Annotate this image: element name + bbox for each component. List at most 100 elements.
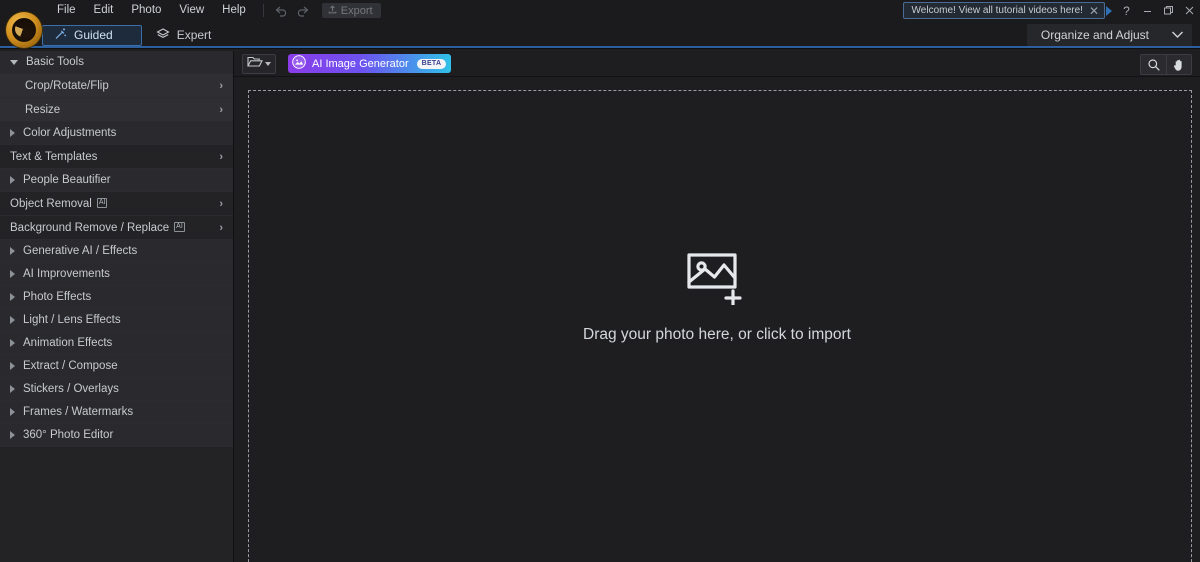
triangle-right-icon <box>10 339 15 347</box>
sidebar-item-label: AI Improvements <box>23 268 110 280</box>
sidebar-item-label: People Beautifier <box>23 174 111 186</box>
menu-file[interactable]: File <box>48 0 85 21</box>
sidebar-item-frames-watermarks[interactable]: Frames / Watermarks <box>0 401 233 424</box>
sidebar-item-label: Extract / Compose <box>23 360 118 372</box>
ai-badge-icon: AI <box>174 221 185 232</box>
ai-image-generator-button[interactable]: AI Image Generator BETA <box>288 54 452 73</box>
sidebar-item-label: Object Removal <box>10 197 92 210</box>
undo-icon[interactable] <box>272 2 292 20</box>
sidebar-item-label: Resize <box>25 103 61 116</box>
sidebar-item-label: Light / Lens Effects <box>23 314 121 326</box>
sidebar-item-photo-effects[interactable]: Photo Effects <box>0 286 233 309</box>
organize-and-adjust-dropdown[interactable]: Organize and Adjust <box>1026 24 1192 46</box>
ai-image-generator-label: AI Image Generator <box>312 57 409 70</box>
triangle-right-icon <box>10 176 15 184</box>
minimize-button[interactable] <box>1137 0 1158 21</box>
upload-icon <box>328 4 337 17</box>
close-window-button[interactable] <box>1179 0 1200 21</box>
tools-sidebar[interactable]: Basic Tools Crop/Rotate/Flip › Resize › Color… <box>0 51 234 562</box>
sidebar-item-object-removal[interactable]: Object Removal AI › <box>0 192 233 216</box>
sidebar-item-stickers-overlays[interactable]: Stickers / Overlays <box>0 378 233 401</box>
tutorial-tooltip[interactable]: Welcome! View all tutorial videos here! … <box>902 2 1105 19</box>
triangle-right-icon <box>10 270 15 278</box>
sidebar-item-text-templates[interactable]: Text & Templates › <box>0 145 233 169</box>
sidebar-item-extract-compose[interactable]: Extract / Compose <box>0 355 233 378</box>
sidebar-item-label: Generative AI / Effects <box>23 245 138 257</box>
magnifier-icon[interactable] <box>1141 55 1166 74</box>
sidebar-item-label: Basic Tools <box>26 56 84 68</box>
triangle-right-icon <box>10 408 15 416</box>
triangle-right-icon <box>10 293 15 301</box>
tutorial-tooltip-label: Welcome! View all tutorial videos here! <box>911 5 1083 16</box>
tooltip-pointer-icon <box>1106 5 1112 16</box>
hand-icon[interactable] <box>1166 55 1191 74</box>
magic-wand-icon <box>53 27 67 44</box>
triangle-right-icon <box>10 362 15 370</box>
sidebar-item-label: Animation Effects <box>23 337 113 349</box>
sidebar-item-color-adjustments[interactable]: Color Adjustments <box>0 122 233 145</box>
ai-badge-icon: AI <box>96 197 108 208</box>
triangle-down-icon <box>10 59 18 65</box>
close-icon[interactable]: ✕ <box>1089 5 1099 17</box>
sidebar-empty-space <box>0 447 233 547</box>
sidebar-item-ai-improvements[interactable]: AI Improvements <box>0 263 233 286</box>
sidebar-item-resize[interactable]: Resize › <box>0 98 233 122</box>
tab-expert-label: Expert <box>176 28 212 42</box>
canvas-area[interactable]: Drag your photo here, or click to import <box>234 77 1200 562</box>
help-button[interactable]: ? <box>1116 0 1137 21</box>
sidebar-item-label: Background Remove / Replace <box>10 221 170 234</box>
sidebar-item-crop-rotate-flip[interactable]: Crop/Rotate/Flip › <box>0 74 233 98</box>
title-bar: File Edit Photo View Help Export Welcome… <box>0 0 1200 21</box>
restore-button[interactable] <box>1158 0 1179 21</box>
chevron-down-icon <box>265 61 271 66</box>
triangle-right-icon <box>10 431 15 439</box>
tools-list: Basic Tools Crop/Rotate/Flip › Resize › Color… <box>0 51 233 447</box>
organize-and-adjust-label: Organize and Adjust <box>1040 28 1149 42</box>
mode-bar-accent <box>0 46 1200 48</box>
export-button[interactable]: Export <box>321 3 381 18</box>
sidebar-item-basic-tools[interactable]: Basic Tools <box>0 51 233 74</box>
sidebar-item-generative-ai-effects[interactable]: Generative AI / Effects <box>0 240 233 263</box>
ai-image-icon <box>292 55 306 72</box>
menu-bar: File Edit Photo View Help Export <box>48 0 381 21</box>
menu-help[interactable]: Help <box>213 0 255 21</box>
sidebar-item-label: Stickers / Overlays <box>23 383 119 395</box>
chevron-right-icon: › <box>219 221 223 234</box>
tab-guided-label: Guided <box>74 28 113 42</box>
layers-icon <box>156 27 170 44</box>
sidebar-item-animation-effects[interactable]: Animation Effects <box>0 332 233 355</box>
beta-badge: BETA <box>416 58 447 69</box>
window-controls-area: Welcome! View all tutorial videos here! … <box>902 0 1200 21</box>
drop-zone[interactable]: Drag your photo here, or click to import <box>583 249 851 344</box>
app-logo-circle <box>6 12 42 48</box>
sidebar-item-label: Text & Templates <box>10 150 98 163</box>
canvas-toolbar: AI Image Generator BETA <box>234 51 1200 77</box>
toolbar-divider <box>262 4 264 17</box>
app-logo-glyph <box>12 18 36 42</box>
open-file-button[interactable] <box>242 53 276 74</box>
drop-zone-label: Drag your photo here, or click to import <box>583 326 851 343</box>
redo-icon[interactable] <box>292 2 312 20</box>
triangle-right-icon <box>10 316 15 324</box>
sidebar-item-background-remove-replace[interactable]: Background Remove / Replace AI › <box>0 216 233 240</box>
triangle-right-icon <box>10 385 15 393</box>
chevron-down-icon <box>1171 28 1184 42</box>
tab-guided[interactable]: Guided <box>42 24 142 46</box>
sidebar-item-label: Frames / Watermarks <box>23 406 134 418</box>
chevron-right-icon: › <box>219 103 223 116</box>
sidebar-item-light-lens-effects[interactable]: Light / Lens Effects <box>0 309 233 332</box>
menu-view[interactable]: View <box>170 0 213 21</box>
mode-tabs: Guided Expert <box>42 21 225 49</box>
menu-photo[interactable]: Photo <box>122 0 170 21</box>
sidebar-item-label: 360° Photo Editor <box>23 429 114 441</box>
photo-editor-app: File Edit Photo View Help Export Welcome… <box>0 0 1200 562</box>
sidebar-item-people-beautifier[interactable]: People Beautifier <box>0 169 233 192</box>
app-logo[interactable] <box>6 12 42 48</box>
tab-expert[interactable]: Expert <box>142 25 226 46</box>
menu-edit[interactable]: Edit <box>85 0 123 21</box>
add-photo-icon <box>686 249 748 310</box>
mode-bar: Guided Expert Organize and Adjust <box>0 21 1200 49</box>
triangle-right-icon <box>10 129 15 137</box>
sidebar-item-360-photo-editor[interactable]: 360° Photo Editor <box>0 424 233 447</box>
export-label: Export <box>340 4 373 17</box>
